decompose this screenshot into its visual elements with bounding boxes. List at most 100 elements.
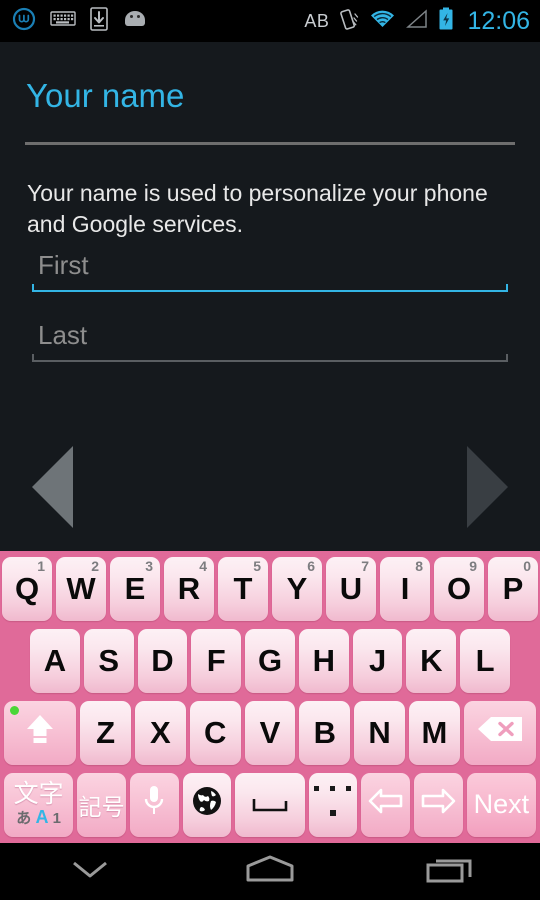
wifi-icon (369, 9, 396, 34)
key-label: Z (96, 714, 116, 750)
key-t[interactable]: 5T (218, 556, 268, 621)
key-h[interactable]: H (298, 628, 349, 693)
symbol-key[interactable]: 記号 (77, 772, 126, 837)
key-label: T (233, 570, 253, 606)
key-label: B (313, 714, 336, 750)
key-z[interactable]: Z (80, 700, 131, 765)
key-m[interactable]: M (409, 700, 460, 765)
key-j[interactable]: J (352, 628, 403, 693)
key-label: O (446, 570, 472, 606)
input-mode-sublabels: あ A 1 (16, 807, 61, 827)
key-number-label: 0 (523, 557, 531, 574)
key-g[interactable]: G (245, 628, 295, 693)
key-c[interactable]: C (189, 700, 241, 765)
keyboard-row-function: 文字 あ A 1 記号 Next (0, 769, 540, 840)
back-arrow-icon[interactable] (32, 446, 73, 528)
key-label: G (257, 642, 283, 678)
first-name-field[interactable]: First (32, 236, 508, 292)
key-x[interactable]: X (134, 700, 186, 765)
key-label: H (312, 642, 335, 678)
globe-icon (190, 784, 224, 826)
onscreen-keyboard: 1Q 2W 3E 4R 5T 6Y 7U 8I 9O 0P A S D F G … (0, 551, 540, 843)
shift-key[interactable] (4, 700, 77, 765)
key-o[interactable]: 9O (434, 556, 484, 621)
key-p[interactable]: 0P (488, 556, 538, 621)
key-number-label: 7 (361, 557, 369, 574)
next-key[interactable]: Next (466, 772, 537, 837)
last-name-field[interactable]: Last (32, 306, 508, 362)
system-navigation-bar (0, 843, 540, 900)
input-mode-key[interactable]: 文字 あ A 1 (4, 772, 74, 837)
key-v[interactable]: V (244, 700, 296, 765)
space-key[interactable] (235, 772, 305, 837)
keyboard-row-bottom-letters: Z X C V B N M (0, 697, 540, 768)
key-y[interactable]: 6Y (272, 556, 322, 621)
key-label: P (502, 570, 524, 606)
language-switch-key[interactable] (182, 772, 232, 837)
key-label: I (400, 570, 410, 606)
cursor-left-key[interactable] (361, 772, 411, 837)
key-b[interactable]: B (299, 700, 351, 765)
space-bar-icon (250, 787, 290, 823)
key-k[interactable]: K (406, 628, 457, 693)
recents-button[interactable] (360, 843, 540, 900)
title-divider (25, 142, 515, 145)
key-label: Y (286, 570, 308, 606)
field-underline (32, 360, 508, 362)
cursor-right-key[interactable] (414, 772, 463, 837)
key-label: W (66, 570, 96, 606)
key-number-label: 4 (199, 557, 207, 574)
key-label: E (124, 570, 146, 606)
key-n[interactable]: N (354, 700, 406, 765)
key-label: F (206, 642, 226, 678)
home-icon (242, 853, 298, 890)
download-to-device-icon (90, 6, 108, 36)
key-l[interactable]: L (460, 628, 511, 693)
page-title: Your name (26, 77, 185, 114)
chevron-down-icon (64, 854, 116, 889)
keyboard-icon (50, 9, 76, 33)
shift-arrow-icon (21, 710, 59, 756)
status-bar: AB 12:06 (0, 0, 540, 42)
key-q[interactable]: 1Q (2, 556, 52, 621)
key-label: A (43, 642, 67, 678)
first-name-placeholder: First (38, 250, 89, 280)
key-number-label: 1 (37, 557, 45, 574)
key-label: V (259, 714, 281, 750)
cell-signal-icon (405, 8, 429, 34)
key-e[interactable]: 3E (110, 556, 160, 621)
key-a[interactable]: A (30, 628, 80, 693)
hide-keyboard-button[interactable] (0, 843, 180, 900)
android-robot-icon (122, 9, 148, 33)
period-key[interactable] (308, 772, 358, 837)
caps-lock-dot (10, 705, 19, 715)
symbol-key-label: 記号 (78, 793, 125, 820)
status-bar-notifications (12, 6, 148, 36)
home-button[interactable] (180, 843, 360, 900)
next-key-label: Next (473, 789, 530, 819)
battery-charging-icon (438, 7, 454, 36)
key-number-label: 8 (415, 557, 423, 574)
whatsapp-logo-icon (12, 7, 36, 36)
key-label: J (368, 642, 387, 678)
keyboard-row-qwerty: 1Q 2W 3E 4R 5T 6Y 7U 8I 9O 0P (0, 553, 540, 624)
key-number-label: 5 (253, 557, 261, 574)
voice-input-key[interactable] (129, 772, 179, 837)
android-screen: AB 12:06 Your name Your name is used to … (0, 0, 540, 900)
key-w[interactable]: 2W (56, 556, 106, 621)
backspace-key[interactable] (463, 700, 536, 765)
key-i[interactable]: 8I (380, 556, 430, 621)
key-label: C (203, 714, 227, 750)
key-f[interactable]: F (191, 628, 242, 693)
key-label: M (421, 714, 448, 750)
key-u[interactable]: 7U (326, 556, 376, 621)
mode-alpha: A (35, 807, 49, 827)
key-r[interactable]: 4R (164, 556, 214, 621)
next-arrow-icon[interactable] (467, 446, 508, 528)
key-d[interactable]: D (137, 628, 188, 693)
description-text: Your name is used to personalize your ph… (27, 180, 488, 237)
status-bar-clock: 12:06 (467, 6, 530, 35)
key-s[interactable]: S (83, 628, 134, 693)
setup-wizard-content: Your name Your name is used to personali… (0, 42, 540, 551)
backspace-icon (475, 714, 525, 752)
